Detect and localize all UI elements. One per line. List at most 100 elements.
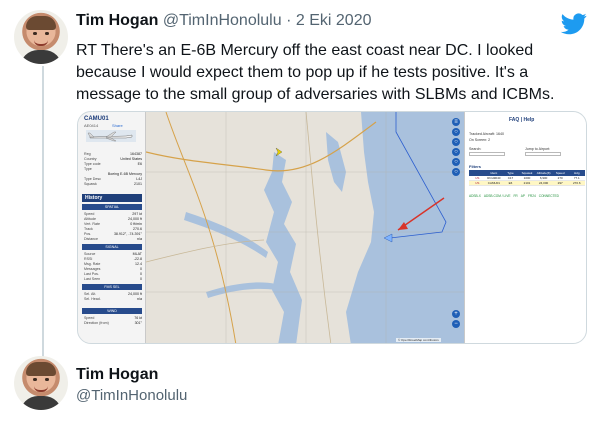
layers-button[interactable]: ≡ <box>452 118 460 126</box>
tweet: Tim Hogan @TimInHonolulu · 2 Eki 2020 RT… <box>0 0 600 421</box>
wind-details: Speed 76 kt Direction (from) 301° <box>84 316 142 326</box>
tweet-header: Tim Hogan @TimInHonolulu · 2 Eki 2020 <box>76 12 371 30</box>
map-button-4[interactable]: ○ <box>452 148 460 156</box>
section-wind: WIND <box>82 308 142 314</box>
detail-label: Distance <box>84 237 98 241</box>
signal-details: Source MLAT RSSI -22.8 Msg. Rate 12.4 Messages… <box>84 252 142 282</box>
avatar-eye <box>33 378 37 381</box>
table-cell: 77.1 <box>573 176 580 180</box>
aircraft-details: Reg 164387 Country United States Type code E6… <box>84 152 142 187</box>
aircraft-callsign: CAMU01 <box>84 116 109 122</box>
detail-label: Type <box>84 167 92 171</box>
filters-toggle[interactable]: Filters <box>469 164 481 169</box>
detail-row: Distance n/a <box>84 237 142 242</box>
on-screen-count: On Screen: 2 <box>469 138 491 142</box>
table-cell: 24,000 <box>539 181 549 185</box>
table-cell: 270 <box>557 176 563 180</box>
section-spatial: SPATIAL <box>82 204 142 210</box>
faq-link[interactable]: FAQ | Help <box>509 117 534 123</box>
detail-row: Last Seen 0 <box>84 277 142 282</box>
tweet-media-image[interactable]: CAMU01 AE0414 Share Reg 164387 Country Unit… <box>77 111 587 344</box>
map-button-3[interactable]: ○ <box>452 138 460 146</box>
source-link[interactable]: FR <box>513 194 517 198</box>
detail-label: Sel. Head. <box>84 297 101 301</box>
table-cell: 1000 <box>523 176 531 180</box>
table-cell: C17 <box>507 176 514 180</box>
avatar-shirt <box>20 396 62 410</box>
flag-icon: US <box>475 176 480 180</box>
history-header[interactable]: History <box>82 194 142 202</box>
table-cell: 297 <box>557 181 563 185</box>
table-cell: RCH9040 <box>487 176 501 180</box>
table-row[interactable]: US CAMU01 E6 2101 24,000 297 270.6 <box>469 181 585 186</box>
thread-line <box>42 66 44 366</box>
aircraft-info-panel: CAMU01 AE0414 Share Reg 164387 Country Unit… <box>78 112 146 343</box>
avatar-hair <box>26 362 56 376</box>
table-cell: 270.6 <box>573 181 581 185</box>
reply-author-handle[interactable]: @TimInHonolulu <box>76 387 187 404</box>
fms-details: Sel. Alt. 24,000 ft Sel. Head. n/a <box>84 292 142 302</box>
section-fms: FMS SEL <box>82 284 142 290</box>
search-label: Search: <box>469 147 482 151</box>
flag-icon: US <box>475 181 480 185</box>
jump-label: Jump to Airport: <box>525 147 551 151</box>
avatar-hair <box>26 16 56 30</box>
detail-value: 301° <box>134 321 142 325</box>
map-button-6[interactable]: ○ <box>452 168 460 176</box>
avatar-shirt <box>20 50 62 64</box>
detail-label: Direction (from) <box>84 321 109 325</box>
share-link[interactable]: Share <box>112 123 123 128</box>
detail-row: Squawk 2101 <box>84 182 142 187</box>
detail-value: n/a <box>137 297 142 301</box>
tracked-count: Tracked Aircraft: 1640 <box>469 132 505 136</box>
search-input[interactable] <box>469 152 505 156</box>
avatar-smile <box>34 386 48 392</box>
avatar-smile <box>34 40 48 46</box>
detail-label: Last Seen <box>84 277 101 281</box>
avatar-eye <box>45 32 49 35</box>
author-handle[interactable]: @TimInHonolulu <box>163 12 282 29</box>
detail-row: Sel. Head. n/a <box>84 297 142 302</box>
twitter-bird-icon[interactable] <box>561 13 587 35</box>
source-link[interactable]: FR24 <box>528 194 536 198</box>
source-link[interactable]: ADSB.COM / LIVE <box>484 194 511 198</box>
table-cell: 2101 <box>523 181 531 185</box>
source-link[interactable]: ADSB-X <box>469 194 481 198</box>
author-avatar[interactable] <box>14 10 68 64</box>
map-button-2[interactable]: ○ <box>452 128 460 136</box>
tweet-date[interactable]: 2 Eki 2020 <box>296 12 372 29</box>
author-name[interactable]: Tim Hogan <box>76 12 158 29</box>
jump-airport-input[interactable] <box>525 152 561 156</box>
detail-label: Squawk <box>84 182 97 186</box>
detail-value: n/a <box>137 237 142 241</box>
avatar-eye <box>45 378 49 381</box>
separator: · <box>286 12 292 29</box>
reply-author-avatar[interactable] <box>14 356 68 410</box>
map-attribution: © OpenStreetMap contributors <box>396 338 441 342</box>
detail-value: 0 <box>140 277 142 281</box>
aircraft-list-panel: FAQ | Help Tracked Aircraft: 1640 On Scr… <box>464 112 586 343</box>
table-cell: E6 <box>508 181 513 185</box>
section-signal: SIGNAL <box>82 244 142 250</box>
aircraft-photo <box>86 130 136 142</box>
detail-row: Direction (from) 301° <box>84 321 142 326</box>
avatar-eye <box>33 32 37 35</box>
table-cell: CAMU01 <box>487 181 500 185</box>
spatial-details: Speed 297 kt Altitude 24,000 ft Vert. Rate 0 … <box>84 212 142 242</box>
reply-author-name[interactable]: Tim Hogan <box>76 366 158 384</box>
table-body: US RCH9040 C17 1000 6,900 270 77.1 US CAMU01 E6 21… <box>469 176 585 186</box>
map-button-5[interactable]: ○ <box>452 158 460 166</box>
table-cell: 6,900 <box>539 176 548 180</box>
source-link[interactable]: AP <box>521 194 525 198</box>
flight-map[interactable]: ≡ ○ ○ ○ ○ ○ + − © OpenStreetMap contribu… <box>146 112 464 343</box>
zoom-in-button[interactable]: + <box>452 310 460 318</box>
map-canvas <box>146 112 464 343</box>
source-links: ADSB-X ADSB.COM / LIVE FR AP FR24 CONNECTED <box>469 194 559 198</box>
detail-value: 2101 <box>134 182 142 186</box>
source-link[interactable]: CONNECTED <box>539 194 559 198</box>
aircraft-table: Ident Type Squawk Altitude(ft) Speed Hdg US RC… <box>469 170 585 186</box>
zoom-out-button[interactable]: − <box>452 320 460 328</box>
tweet-text: RT There's an E-6B Mercury off the east … <box>76 42 555 103</box>
detail-value: E6 <box>137 162 142 166</box>
aircraft-hex: AE0414 <box>84 123 99 128</box>
